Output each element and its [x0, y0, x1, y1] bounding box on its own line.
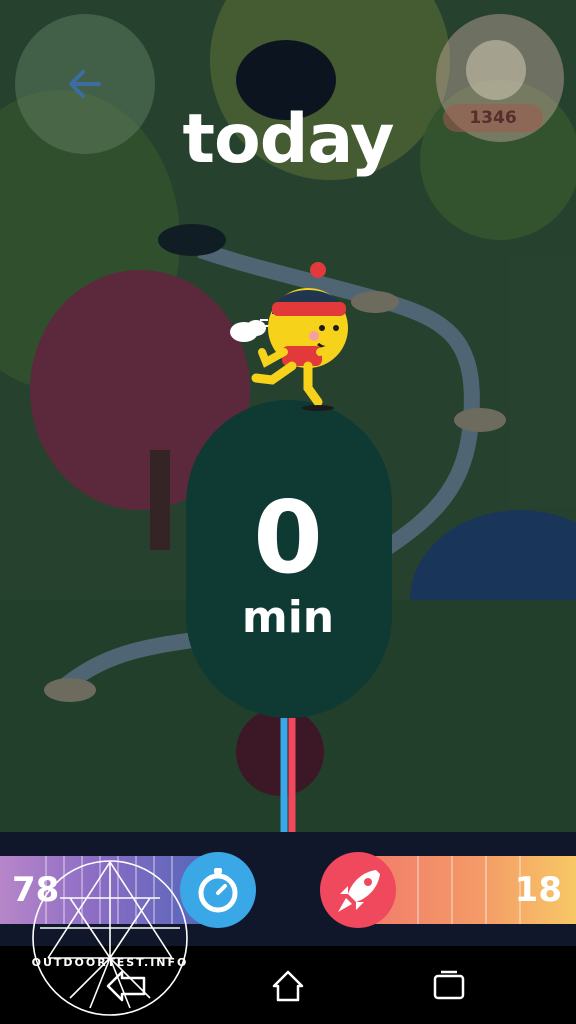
watermark-logo — [32, 860, 188, 1016]
avatar — [466, 40, 526, 100]
recents-icon[interactable] — [432, 968, 466, 1004]
watermark-text: OUTDOORTEST.INFO — [31, 956, 189, 969]
stopwatch-button[interactable] — [180, 852, 256, 928]
stopwatch-icon — [198, 868, 238, 913]
page-title: today — [182, 100, 394, 179]
rocket-icon — [338, 870, 380, 912]
minutes-value: 0 — [253, 479, 323, 596]
runner-character — [230, 262, 348, 411]
home-icon[interactable] — [270, 968, 306, 1004]
minutes-unit: min — [241, 592, 335, 643]
rocket-button[interactable] — [320, 852, 396, 928]
right-count: 18 — [514, 870, 562, 910]
